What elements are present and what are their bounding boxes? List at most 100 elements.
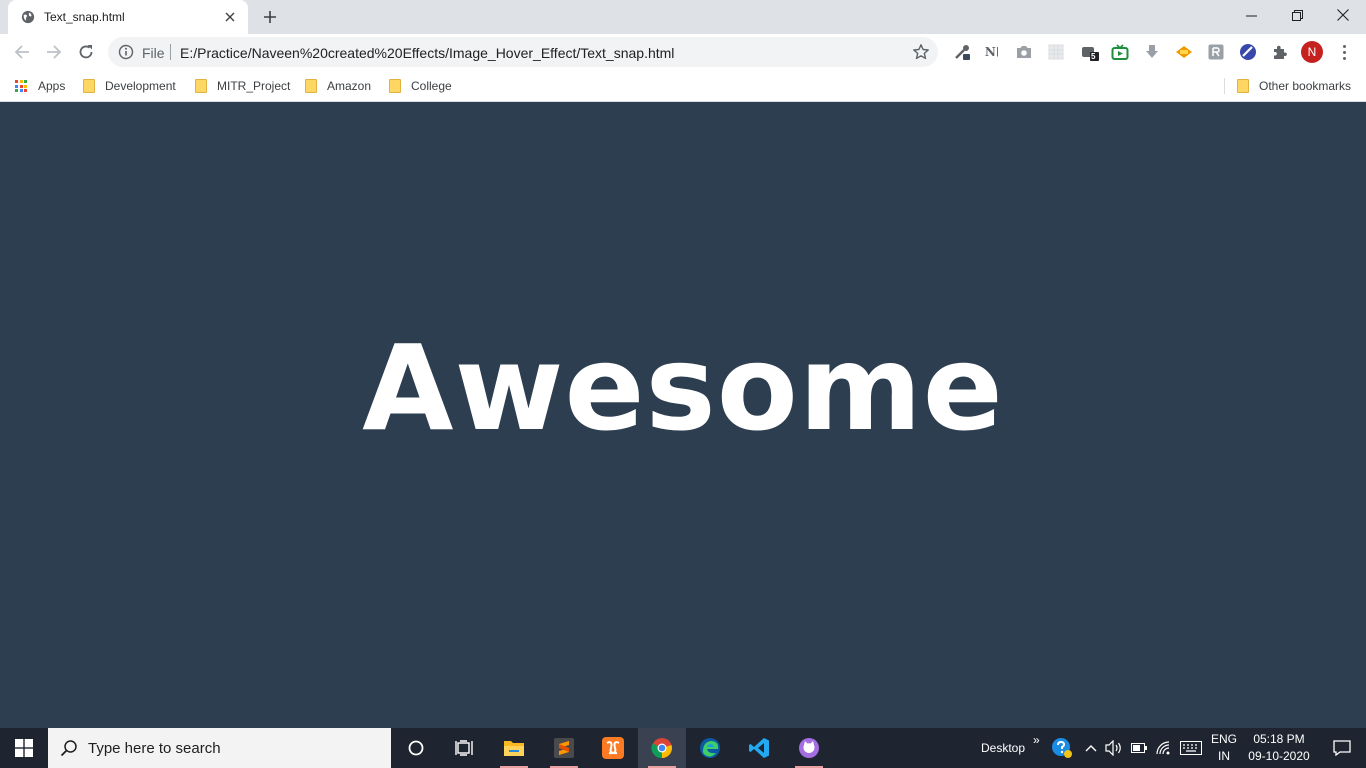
url-text[interactable]: E:/Practice/Naveen%20created%20Effects/I… (180, 45, 674, 61)
touch-keyboard-button[interactable] (1177, 728, 1205, 768)
forward-button[interactable] (42, 40, 66, 64)
desktop-toolbar[interactable]: Desktop » (981, 728, 1040, 768)
clock-time: 05:18 PM (1253, 732, 1305, 746)
globe-icon (21, 10, 35, 24)
chevron-up-icon (1085, 745, 1097, 752)
sublime-text-button[interactable] (540, 728, 588, 768)
windows-icon (15, 739, 33, 757)
help-icon (1052, 738, 1072, 758)
puzzle-icon[interactable] (1271, 43, 1289, 61)
hero-heading[interactable]: Awesome (0, 329, 1366, 447)
bookmark-label: Other bookmarks (1259, 79, 1352, 93)
close-icon (1337, 9, 1349, 21)
chrome-button[interactable] (638, 728, 686, 768)
notification-icon (1333, 740, 1351, 756)
system-clock[interactable]: 05:18 PM 09-10-2020 (1240, 731, 1318, 765)
extension-badge: 5 (1091, 52, 1096, 61)
start-button[interactable] (0, 728, 48, 768)
reload-button[interactable] (74, 40, 98, 64)
profile-avatar[interactable]: N (1301, 41, 1323, 63)
battery-button[interactable] (1127, 728, 1151, 768)
tv-extension-icon[interactable] (1111, 43, 1129, 61)
bookmark-college[interactable]: College (389, 77, 452, 95)
chevron-right-icon: » (1033, 733, 1040, 747)
compass-extension-icon[interactable] (1239, 43, 1257, 61)
windows-taskbar: Type here to search Desktop » ENG IN 05:… (0, 728, 1366, 768)
close-window-button[interactable] (1320, 0, 1366, 30)
bookmark-amazon[interactable]: Amazon (305, 77, 371, 95)
task-view-icon (455, 740, 473, 756)
folder-icon (195, 79, 207, 93)
edge-icon (700, 738, 720, 758)
page-content: Awesome (0, 103, 1366, 728)
vscode-button[interactable] (735, 728, 783, 768)
more-menu-icon[interactable] (1336, 42, 1352, 62)
vscode-icon (749, 738, 769, 758)
arrow-right-icon (47, 45, 62, 59)
task-view-button[interactable] (440, 728, 488, 768)
github-desktop-button[interactable] (785, 728, 833, 768)
bookmark-mitr-project[interactable]: MITR_Project (195, 77, 290, 95)
search-icon (60, 740, 77, 757)
cortana-button[interactable] (392, 728, 440, 768)
tab-strip: Text_snap.html (0, 0, 1366, 34)
speaker-icon (1105, 740, 1121, 756)
back-button[interactable] (10, 40, 34, 64)
chrome-icon (651, 738, 672, 759)
info-icon[interactable] (118, 44, 134, 60)
browser-tab[interactable]: Text_snap.html (8, 0, 248, 34)
scheme-label: File (142, 45, 165, 61)
folder-icon (305, 79, 317, 93)
desktop-label: Desktop (981, 741, 1026, 755)
xampp-icon (602, 737, 624, 759)
reload-icon (79, 45, 93, 59)
minimize-icon (1245, 15, 1257, 16)
file-explorer-button[interactable] (490, 728, 538, 768)
search-placeholder: Type here to search (88, 740, 221, 757)
bookmark-label: MITR_Project (217, 79, 291, 93)
github-desktop-icon (799, 738, 819, 758)
eyedropper-extension-icon[interactable] (953, 43, 971, 61)
bookmarks-bar: Apps Development MITR_Project Amazon Col… (0, 70, 1366, 102)
reader-extension-icon[interactable] (1207, 43, 1225, 61)
restore-button[interactable] (1274, 0, 1320, 30)
briefcase-extension-icon[interactable]: 5 (1081, 43, 1099, 61)
new-tab-button[interactable] (260, 7, 280, 27)
download-extension-icon[interactable] (1143, 43, 1161, 61)
folder-icon (389, 79, 401, 93)
tab-title: Text_snap.html (44, 10, 125, 24)
folder-icon (83, 79, 95, 93)
bookmark-label: Development (105, 79, 176, 93)
input-language[interactable]: ENG IN (1208, 731, 1240, 765)
tab-close-icon[interactable] (222, 9, 238, 25)
xampp-button[interactable] (589, 728, 637, 768)
bookmark-development[interactable]: Development (83, 77, 176, 95)
address-bar[interactable]: File E:/Practice/Naveen%20created%20Effe… (108, 37, 938, 67)
clock-date: 09-10-2020 (1248, 749, 1310, 763)
grid-extension-icon[interactable] (1047, 43, 1065, 61)
battery-icon (1131, 743, 1147, 753)
divider (170, 44, 171, 60)
network-button[interactable] (1152, 728, 1176, 768)
arrow-left-icon (14, 45, 29, 59)
folder-icon (1237, 79, 1249, 93)
apps-grid-icon (15, 80, 27, 92)
minimize-button[interactable] (1228, 0, 1274, 30)
notion-extension-icon[interactable]: N | (983, 43, 1001, 61)
bookmark-other[interactable]: Other bookmarks (1237, 77, 1351, 95)
sublime-text-icon (554, 738, 574, 758)
action-center-button[interactable] (1318, 728, 1366, 768)
show-hidden-icons-button[interactable] (1080, 728, 1102, 768)
cortana-icon (408, 740, 424, 756)
taskbar-search-box[interactable]: Type here to search (48, 728, 391, 768)
keyboard-icon (1180, 741, 1202, 755)
star-icon[interactable] (912, 43, 930, 61)
bookmark-label: College (411, 79, 452, 93)
shield-extension-icon[interactable] (1175, 43, 1193, 61)
folder-icon (504, 741, 524, 756)
camera-extension-icon[interactable] (1015, 43, 1033, 61)
help-tray-button[interactable] (1040, 728, 1084, 768)
volume-button[interactable] (1102, 728, 1126, 768)
edge-button[interactable] (686, 728, 734, 768)
bookmark-apps[interactable]: Apps (15, 77, 65, 95)
